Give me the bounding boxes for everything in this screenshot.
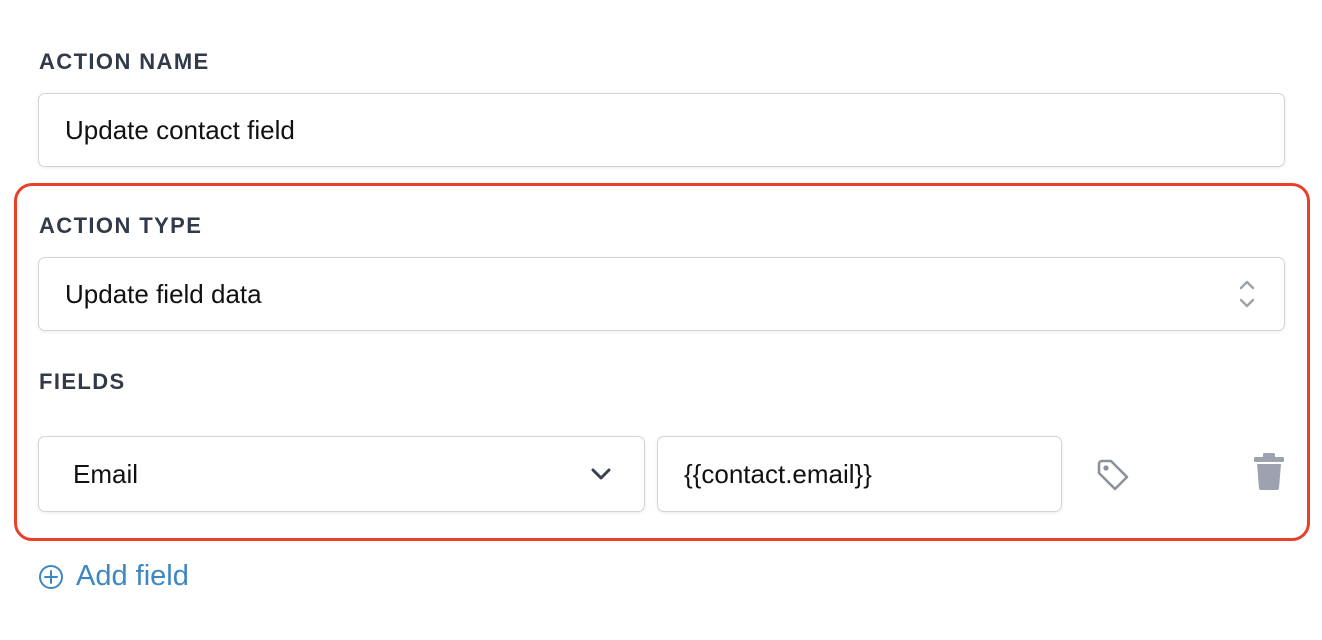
add-field-label: Add field — [76, 560, 189, 592]
action-name-input[interactable] — [38, 93, 1285, 167]
action-type-label: ACTION TYPE — [39, 213, 203, 238]
field-select[interactable]: Email — [38, 436, 645, 512]
action-name-label: ACTION NAME — [39, 49, 210, 74]
field-value-input[interactable] — [657, 436, 1062, 512]
add-field-button[interactable]: Add field — [38, 560, 189, 593]
fields-label: FIELDS — [39, 369, 126, 394]
action-name-field[interactable] — [65, 114, 1284, 146]
trash-icon — [1254, 453, 1284, 490]
delete-field-button[interactable] — [1251, 450, 1287, 492]
tag-button[interactable] — [1092, 455, 1134, 495]
tag-icon — [1097, 459, 1129, 491]
chevron-down-icon — [591, 468, 611, 480]
action-type-select[interactable]: Update field data — [38, 257, 1285, 331]
action-type-value: Update field data — [65, 278, 262, 309]
field-select-value: Email — [73, 458, 139, 489]
plus-circle-icon — [39, 564, 63, 589]
up-down-chevron-icon — [1239, 280, 1255, 308]
field-value-field[interactable] — [684, 458, 1061, 490]
